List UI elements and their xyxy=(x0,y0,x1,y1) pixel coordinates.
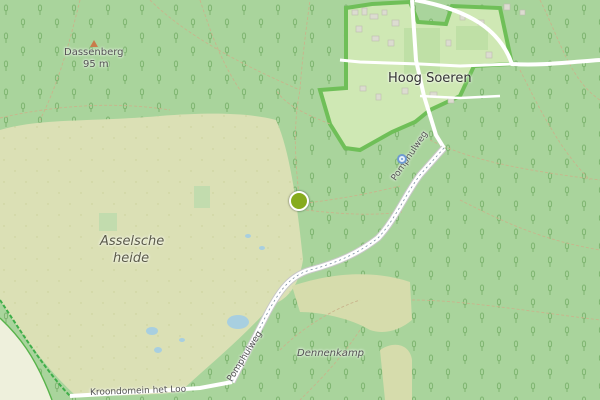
hoog-soeren-label: Hoog Soeren xyxy=(388,71,472,86)
heath-area-southeast xyxy=(380,344,412,400)
map-canvas[interactable]: Dassenberg 95 m Hoog Soeren Asselsche he… xyxy=(0,0,600,400)
dassenberg-label: Dassenberg xyxy=(64,47,124,58)
location-pin-icon[interactable] xyxy=(289,191,309,211)
peak-triangle-icon xyxy=(90,40,98,47)
asselsche-heide-label-line1: Asselsche xyxy=(100,234,165,249)
dennenkamp-label: Dennenkamp xyxy=(297,348,365,359)
viewpoint-icon[interactable] xyxy=(397,154,407,164)
dassenberg-elevation: 95 m xyxy=(83,59,109,70)
asselsche-heide-label-line2: heide xyxy=(113,251,150,266)
